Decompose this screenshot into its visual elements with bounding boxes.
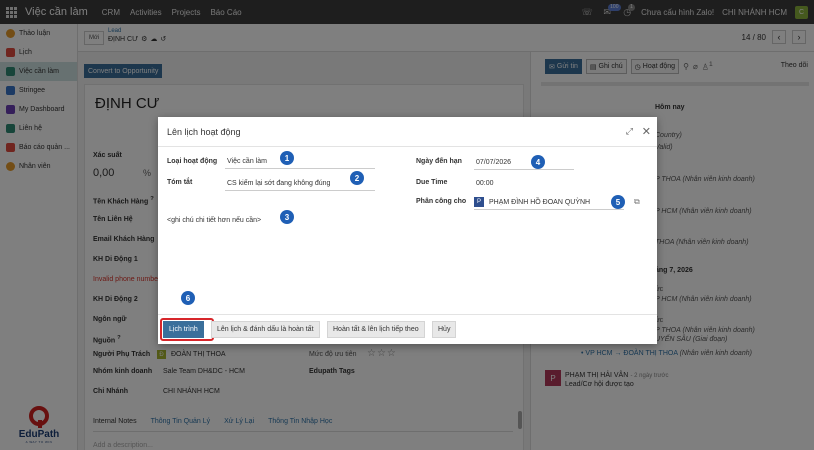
activity-type-field[interactable]: Việc cần làm <box>227 158 267 165</box>
external-link-icon[interactable]: ⧉ <box>634 197 643 206</box>
callout-2: 2 <box>350 171 364 185</box>
callout-4: 4 <box>531 155 545 169</box>
highlight-box <box>160 318 214 341</box>
assigned-to-field[interactable]: PHẠM ĐÌNH HỒ ĐOAN QUỲNH <box>489 199 590 206</box>
summary-label: Tóm tắt <box>167 179 193 186</box>
dialog-title: Lên lịch hoạt động <box>167 127 241 137</box>
expand-icon[interactable]: ⤢ <box>626 126 633 137</box>
close-icon[interactable]: ✕ <box>642 125 651 138</box>
due-date-field[interactable]: 07/07/2026 <box>476 159 511 166</box>
done-and-schedule-next-button[interactable]: Hoàn tất & lên lịch tiếp theo <box>327 321 425 338</box>
cancel-button[interactable]: Hủy <box>432 321 457 338</box>
due-time-field[interactable]: 00:00 <box>476 180 494 187</box>
dialog-header: Lên lịch hoạt động ⤢ ✕ <box>158 117 657 147</box>
assignee-avatar: P <box>474 197 484 207</box>
dialog-footer: Lịch trình Lên lịch & đánh dấu là hoàn t… <box>158 314 657 344</box>
callout-3: 3 <box>280 210 294 224</box>
due-date-label: Ngày đến hạn <box>416 158 462 165</box>
schedule-activity-dialog: Lên lịch hoạt động ⤢ ✕ Loại hoạt động Vi… <box>158 117 657 344</box>
schedule-button[interactable]: Lịch trình <box>160 318 214 341</box>
due-time-label: Due Time <box>416 179 448 186</box>
schedule-and-done-button[interactable]: Lên lịch & đánh dấu là hoàn tất <box>211 321 320 338</box>
activity-type-underline <box>225 168 375 169</box>
due-date-underline <box>474 169 574 170</box>
assigned-underline <box>474 209 624 210</box>
callout-1: 1 <box>280 151 294 165</box>
callout-5: 5 <box>611 195 625 209</box>
note-field[interactable]: <ghi chú chi tiết hơn nếu cần> <box>167 217 261 224</box>
summary-field[interactable]: CS kiểm lại sớt đang không đúng <box>227 180 330 187</box>
activity-type-label: Loại hoạt động <box>167 158 218 165</box>
assigned-to-label: Phân công cho <box>416 198 467 205</box>
summary-underline <box>225 190 375 191</box>
callout-6: 6 <box>181 291 195 305</box>
